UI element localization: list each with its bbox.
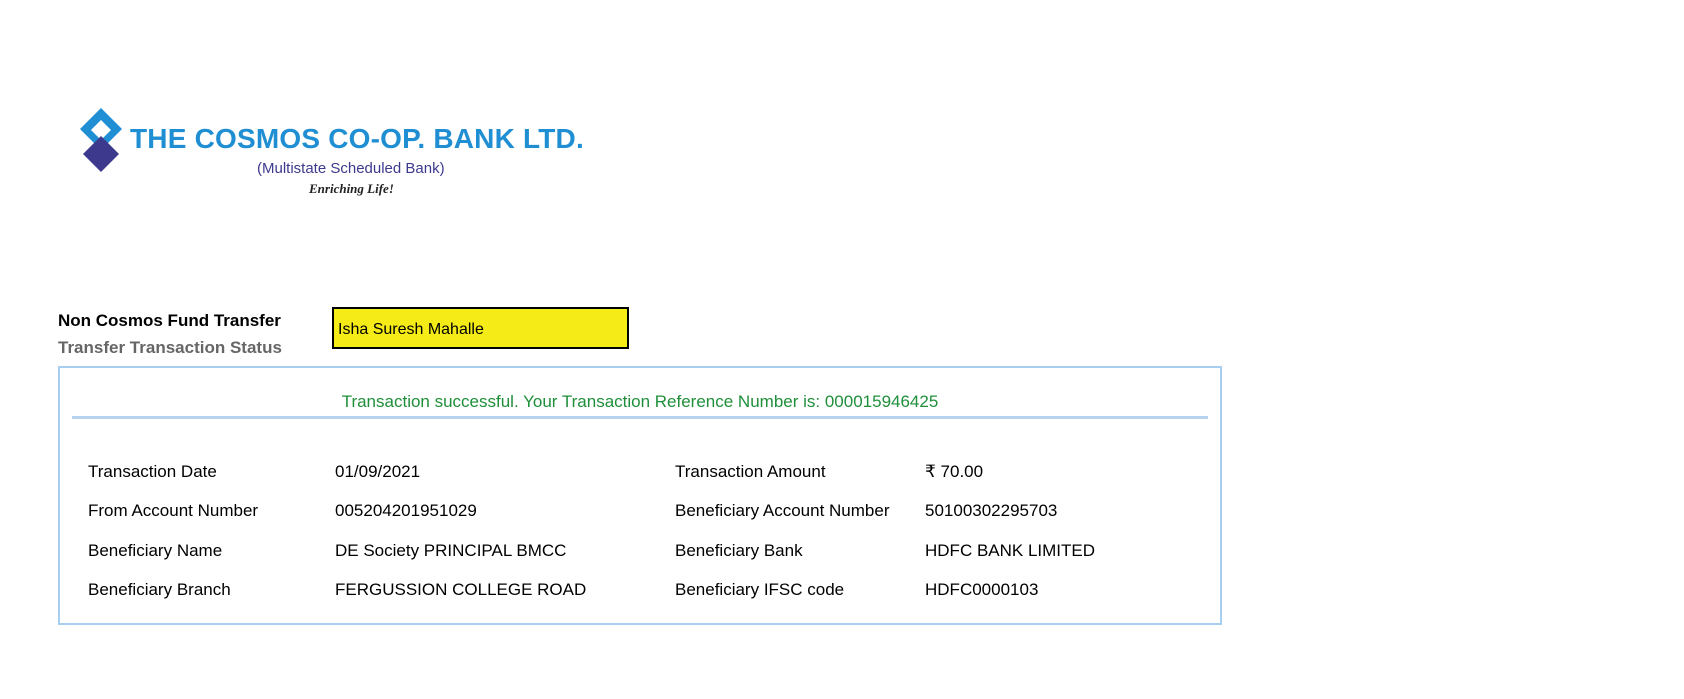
highlighted-name: Isha Suresh Mahalle [332,307,629,349]
detail-value: DE Society PRINCIPAL BMCC [335,541,567,560]
success-message: Transaction successful. Your Transaction… [341,392,939,411]
page-title: Non Cosmos Fund Transfer [58,311,281,330]
detail-value: HDFC BANK LIMITED [925,541,1096,560]
detail-row: From Account Number 005204201951029 Bene… [60,501,1220,523]
detail-label: Beneficiary Name [88,541,223,560]
divider [72,416,1208,419]
bank-subtitle: (Multistate Scheduled Bank) [257,160,445,177]
detail-label: Transaction Date [88,462,217,481]
detail-value: 50100302295703 [925,501,1058,520]
detail-label: From Account Number [88,501,259,520]
detail-value: HDFC0000103 [925,580,1039,599]
detail-value: 01/09/2021 [335,462,421,481]
detail-row: Transaction Date 01/09/2021 Transaction … [60,462,1220,484]
cosmos-diamond-icon [80,108,122,172]
detail-row: Beneficiary Name DE Society PRINCIPAL BM… [60,541,1220,563]
detail-label: Beneficiary IFSC code [675,580,845,599]
detail-label: Beneficiary Account Number [675,501,890,520]
detail-value: 005204201951029 [335,501,477,520]
bank-tagline: Enriching Life! [309,181,394,196]
detail-label: Beneficiary Branch [88,580,231,599]
page-subtitle: Transfer Transaction Status [58,338,282,357]
detail-value: ₹ 70.00 [925,462,984,481]
bank-logo: THE COSMOS CO-OP. BANK LTD. (Multistate … [78,106,598,206]
transaction-status-panel: Transaction successful. Your Transaction… [58,366,1222,625]
detail-label: Beneficiary Bank [675,541,803,560]
detail-row: Beneficiary Branch FERGUSSION COLLEGE RO… [60,580,1220,602]
detail-label: Transaction Amount [675,462,826,481]
bank-name: THE COSMOS CO-OP. BANK LTD. [130,123,584,154]
detail-value: FERGUSSION COLLEGE ROAD [335,580,587,599]
